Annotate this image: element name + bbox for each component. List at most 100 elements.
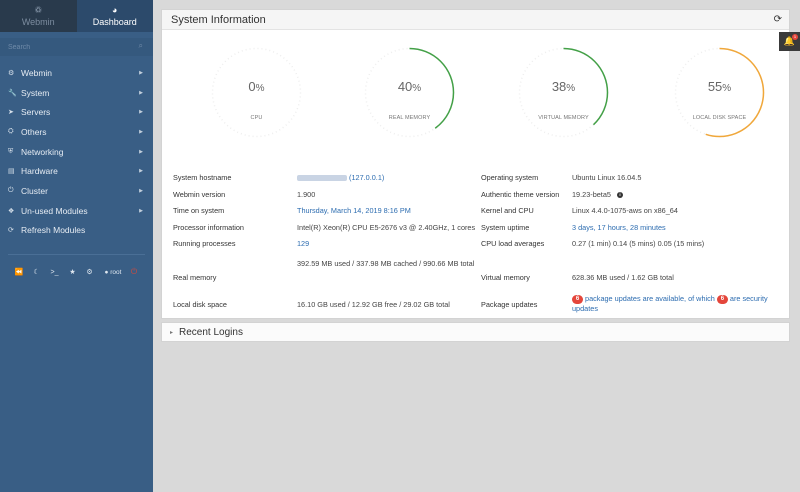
gauge-number: 0 — [248, 79, 256, 94]
night-mode-icon[interactable]: ☾ — [28, 268, 45, 276]
notifications-button[interactable]: 🔔 1 — [779, 32, 800, 51]
notification-count: 1 — [792, 34, 798, 40]
sidebar-item-label: Others — [21, 126, 47, 137]
time-value-link[interactable]: Thursday, March 14, 2019 8:16 PM — [297, 206, 411, 216]
virtual-memory-value: 628.36 MB used / 1.62 GB total — [572, 273, 674, 282]
refresh-icon[interactable]: ⟳ — [774, 14, 782, 25]
user-icon: ● — [104, 268, 109, 276]
gauge-cpu: 0% CPU — [209, 45, 304, 140]
webmin-version-value: 1.900 — [297, 189, 316, 199]
sidebar-item-webmin[interactable]: ⚙ Webmin ▶ — [0, 63, 153, 83]
theme-version-label: Authentic theme version — [481, 189, 560, 199]
security-updates-badge: 6 — [716, 294, 728, 304]
rocket-icon: ➤ — [8, 109, 14, 117]
kernel-label: Kernel and CPU — [481, 206, 534, 215]
puzzle-icon: ❖ — [8, 207, 15, 215]
tab-dashboard[interactable]: ◕ Dashboard — [76, 0, 153, 32]
chevron-right-icon: ▸ — [170, 329, 174, 336]
gauge-real-memory: 40% REAL MEMORY — [362, 45, 457, 140]
sidebar-menu: ⚙ Webmin ▶ 🔧 System ▶ ➤ Servers ▶ ⛭ Othe… — [0, 63, 153, 240]
caret-right-icon: ▶ — [139, 148, 143, 155]
updates-label: Package updates — [481, 300, 538, 309]
search-box: ⌕ — [0, 38, 153, 56]
sidebar-item-hardware[interactable]: ▤ Hardware ▶ — [0, 161, 153, 181]
processor-label: Processor information — [173, 222, 244, 232]
virtual-memory-label: Virtual memory — [481, 273, 530, 282]
terminal-icon[interactable]: >_ — [45, 269, 64, 276]
disk-value: 16.10 GB used / 12.92 GB free / 29.02 GB… — [297, 300, 450, 309]
updates-value: 6 package updates are available, of whic… — [572, 294, 782, 314]
gears-icon: ⛭ — [8, 127, 14, 135]
theme-version-value: 19.23-beta5 i — [572, 190, 623, 200]
disk-label: Local disk space — [173, 300, 227, 309]
sidebar-item-unused-modules[interactable]: ❖ Un-used Modules ▶ — [0, 201, 153, 221]
processor-value: Intel(R) Xeon(R) CPU E5-2676 v3 @ 2.40GH… — [297, 222, 476, 232]
username: root — [110, 268, 122, 276]
panel-title: System Information — [171, 13, 266, 26]
sidebar-item-servers[interactable]: ➤ Servers ▶ — [0, 102, 153, 122]
load-label: CPU load averages — [481, 239, 545, 248]
caret-right-icon: ▶ — [139, 128, 143, 135]
tab-dashboard-label: Dashboard — [92, 16, 137, 27]
real-memory-value: 392.59 MB used / 337.98 MB cached / 990.… — [297, 259, 475, 268]
tab-webmin-label: Webmin — [21, 16, 55, 27]
recent-logins-panel[interactable]: ▸ Recent Logins — [161, 322, 790, 342]
gauge-value: 0% — [209, 79, 304, 94]
gauge-unit: % — [412, 83, 422, 94]
sidebar: ♽ Webmin ◕ Dashboard ⌕ ⚙ Webmin ▶ 🔧 Syst… — [0, 0, 153, 492]
gauge-label: VIRTUAL MEMORY — [538, 115, 589, 121]
caret-right-icon: ▶ — [139, 168, 143, 175]
gauge-label: REAL MEMORY — [388, 115, 431, 121]
sidebar-item-networking[interactable]: ⛨ Networking ▶ — [0, 142, 153, 162]
info-icon[interactable]: i — [616, 191, 623, 198]
star-icon[interactable]: ★ — [64, 268, 81, 276]
uptime-label: System uptime — [481, 222, 530, 232]
collapse-icon[interactable]: ⏪ — [10, 268, 28, 276]
kernel-value: Linux 4.4.0-1075-aws on x86_64 — [572, 206, 678, 215]
sidebar-item-system[interactable]: 🔧 System ▶ — [0, 83, 153, 103]
recent-logins-title: Recent Logins — [179, 326, 243, 338]
sidebar-item-label: Cluster — [21, 185, 48, 196]
updates-link[interactable]: package updates are available, of which — [585, 294, 715, 303]
updates-badge: 6 — [572, 294, 583, 304]
shield-icon: ⛨ — [8, 147, 14, 155]
gauge-number: 55 — [707, 79, 723, 94]
tab-webmin[interactable]: ♽ Webmin — [0, 0, 77, 32]
os-value: Ubuntu Linux 16.04.5 — [572, 173, 642, 182]
gauge-label: CPU — [250, 115, 263, 121]
time-label: Time on system — [173, 206, 225, 215]
search-input[interactable] — [0, 38, 153, 56]
hostname-ip-link[interactable]: (127.0.0.1) — [349, 173, 384, 182]
settings-icon[interactable]: ⚙ — [81, 268, 98, 276]
uptime-value-link[interactable]: 3 days, 17 hours, 28 minutes — [572, 223, 666, 233]
gauge-number: 38 — [551, 79, 567, 94]
gauge-virtual-memory: 38% VIRTUAL MEMORY — [516, 45, 611, 140]
sidebar-tabs: ♽ Webmin ◕ Dashboard — [0, 0, 153, 32]
sidebar-item-refresh-modules[interactable]: ⟳ Refresh Modules — [0, 221, 153, 241]
caret-right-icon: ▶ — [139, 187, 143, 194]
user-menu[interactable]: ● root — [98, 269, 128, 276]
gauge-unit: % — [255, 83, 265, 94]
sidebar-toolbar: ⏪ ☾ >_ ★ ⚙ ● root ⏻ — [0, 263, 153, 281]
sidebar-item-label: Un-used Modules — [21, 205, 88, 216]
sidebar-item-others[interactable]: ⛭ Others ▶ — [0, 122, 153, 142]
wrench-icon: 🔧 — [8, 89, 17, 97]
sidebar-item-label: System — [21, 87, 50, 98]
sidebar-item-label: Refresh Modules — [21, 225, 86, 236]
search-icon[interactable]: ⌕ — [139, 41, 143, 51]
webmin-version-label: Webmin version — [173, 189, 226, 199]
sidebar-divider — [8, 254, 145, 256]
logout-icon[interactable]: ⏻ — [128, 267, 140, 277]
load-value: 0.27 (1 min) 0.14 (5 mins) 0.05 (15 mins… — [572, 239, 705, 248]
sidebar-item-label: Networking — [21, 146, 64, 157]
sidebar-item-cluster[interactable]: ⏻ Cluster ▶ — [0, 181, 153, 201]
real-memory-label: Real memory — [173, 273, 217, 282]
sidebar-item-label: Webmin — [21, 67, 53, 78]
gauge-number: 40 — [397, 79, 413, 94]
refresh-icon: ⟳ — [8, 227, 14, 235]
processes-value-link[interactable]: 129 — [297, 239, 309, 249]
dashboard-icon: ◕ — [112, 4, 118, 15]
processes-label: Running processes — [173, 239, 236, 248]
gauge-value: 40% — [362, 79, 457, 94]
gauge-label: LOCAL DISK SPACE — [692, 115, 747, 121]
